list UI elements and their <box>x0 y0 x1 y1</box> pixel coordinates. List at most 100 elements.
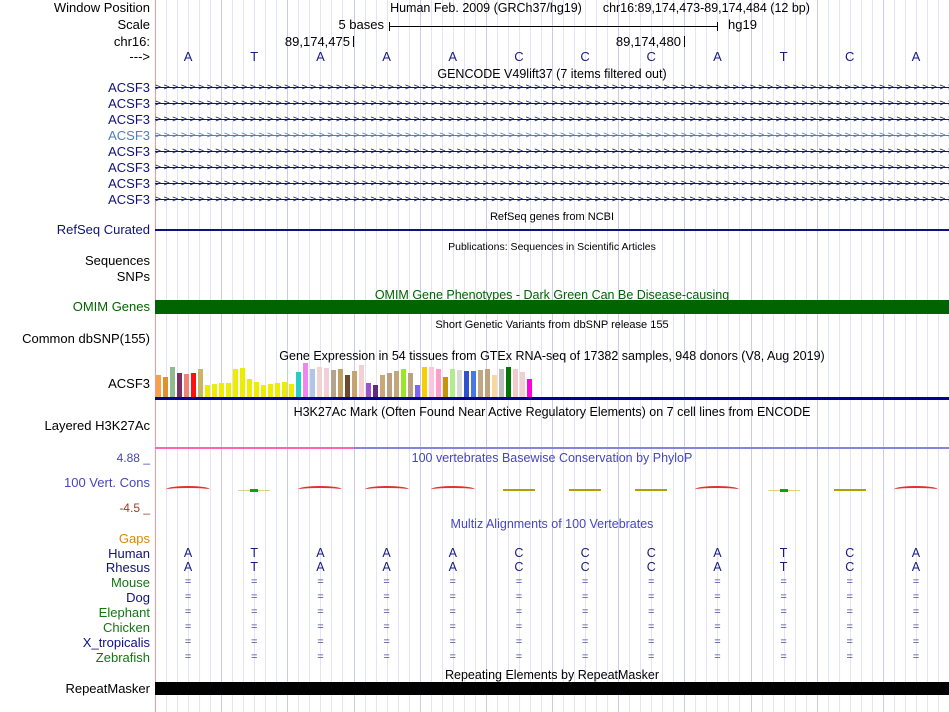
gencode-transcript[interactable]: >>>>>>>>>>>>>>>>>>>>>>>>>>>>>>>>>>>>>>>>… <box>155 178 949 190</box>
multiz-track-title[interactable]: Multiz Alignments of 100 Vertebrates <box>155 517 949 531</box>
gtex-tissue-bar[interactable] <box>170 367 175 397</box>
refseq-track-title[interactable]: RefSeq genes from NCBI <box>155 210 949 224</box>
gtex-tissue-bar[interactable] <box>492 375 497 397</box>
refseq-curated-label[interactable]: RefSeq Curated <box>0 223 150 237</box>
gtex-tissue-bar[interactable] <box>359 365 364 397</box>
gtex-tissue-bar[interactable] <box>394 371 399 397</box>
gtex-track-title[interactable]: Gene Expression in 54 tissues from GTEx … <box>155 349 949 363</box>
gtex-tissue-bar[interactable] <box>373 385 378 397</box>
gtex-gene-label[interactable]: ACSF3 <box>0 377 150 391</box>
gtex-tissue-bar[interactable] <box>226 383 231 397</box>
gtex-tissue-bar[interactable] <box>296 372 301 397</box>
multiz-species-label-human[interactable]: Human <box>0 547 150 561</box>
gtex-tissue-bar[interactable] <box>331 370 336 397</box>
gtex-tissue-bar[interactable] <box>212 384 217 397</box>
gtex-tissue-bar[interactable] <box>366 383 371 397</box>
phylop-track-title[interactable]: 100 vertebrates Basewise Conservation by… <box>155 451 949 465</box>
gtex-tissue-bar[interactable] <box>415 385 420 397</box>
gtex-tissue-bar[interactable] <box>429 367 434 397</box>
gtex-tissue-bar[interactable] <box>520 372 525 397</box>
gtex-tissue-bar[interactable] <box>457 370 462 397</box>
gencode-gene-label[interactable]: ACSF3 <box>0 97 150 111</box>
gtex-tissue-bar[interactable] <box>478 370 483 397</box>
gtex-tissue-bar[interactable] <box>324 368 329 397</box>
h3k27ac-label[interactable]: Layered H3K27Ac <box>0 419 150 433</box>
gtex-tissue-bar[interactable] <box>471 371 476 397</box>
gtex-tissue-bar[interactable] <box>338 369 343 397</box>
gtex-tissue-bar[interactable] <box>268 384 273 397</box>
multiz-species-label-zebrafish[interactable]: Zebrafish <box>0 651 150 665</box>
gtex-tissue-bar[interactable] <box>233 369 238 397</box>
multiz-species-label-rhesus[interactable]: Rhesus <box>0 561 150 575</box>
gencode-transcript[interactable]: >>>>>>>>>>>>>>>>>>>>>>>>>>>>>>>>>>>>>>>>… <box>155 130 949 142</box>
gencode-track-title[interactable]: GENCODE V49lift37 (7 items filtered out) <box>155 67 949 81</box>
gtex-tissue-bar[interactable] <box>352 371 357 397</box>
multiz-species-label-mouse[interactable]: Mouse <box>0 576 150 590</box>
gtex-tissue-bar[interactable] <box>205 385 210 397</box>
multiz-species-label-elephant[interactable]: Elephant <box>0 606 150 620</box>
gtex-tissue-bar[interactable] <box>289 384 294 397</box>
gtex-tissue-bar[interactable] <box>303 363 308 397</box>
gtex-gene-model-line[interactable] <box>155 397 949 400</box>
omim-genes-label[interactable]: OMIM Genes <box>0 300 150 314</box>
gencode-gene-label[interactable]: ACSF3 <box>0 161 150 175</box>
gencode-transcript[interactable]: >>>>>>>>>>>>>>>>>>>>>>>>>>>>>>>>>>>>>>>>… <box>155 82 949 94</box>
gtex-tissue-bar[interactable] <box>317 367 322 397</box>
gtex-tissue-bar[interactable] <box>401 369 406 397</box>
gencode-transcript[interactable]: >>>>>>>>>>>>>>>>>>>>>>>>>>>>>>>>>>>>>>>>… <box>155 98 949 110</box>
gtex-tissue-bar[interactable] <box>422 367 427 397</box>
dbsnp-track-title[interactable]: Short Genetic Variants from dbSNP releas… <box>155 318 949 332</box>
gtex-tissue-bar[interactable] <box>254 382 259 397</box>
omim-gene-bar[interactable] <box>155 300 949 314</box>
refseq-gene-line[interactable] <box>155 229 949 231</box>
h3k27ac-track-title[interactable]: H3K27Ac Mark (Often Found Near Active Re… <box>155 405 949 419</box>
gtex-tissue-bar[interactable] <box>184 374 189 397</box>
multiz-species-label-dog[interactable]: Dog <box>0 591 150 605</box>
gtex-tissue-bar[interactable] <box>443 377 448 397</box>
gtex-tissue-bar[interactable] <box>156 375 161 397</box>
phylop-track-label[interactable]: 100 Vert. Cons <box>0 476 150 490</box>
gtex-tissue-bar[interactable] <box>499 369 504 397</box>
gencode-gene-label[interactable]: ACSF3 <box>0 129 150 143</box>
gtex-tissue-bar[interactable] <box>219 383 224 397</box>
gtex-tissue-bar[interactable] <box>191 373 196 397</box>
dbsnp-label[interactable]: Common dbSNP(155) <box>0 332 150 346</box>
gencode-gene-label[interactable]: ACSF3 <box>0 113 150 127</box>
gtex-tissue-bar[interactable] <box>177 373 182 397</box>
gtex-tissue-bar[interactable] <box>345 375 350 397</box>
multiz-species-label-x_tropicalis[interactable]: X_tropicalis <box>0 636 150 650</box>
gencode-transcript[interactable]: >>>>>>>>>>>>>>>>>>>>>>>>>>>>>>>>>>>>>>>>… <box>155 162 949 174</box>
gtex-tissue-bar[interactable] <box>380 375 385 397</box>
gtex-tissue-bar[interactable] <box>527 379 532 397</box>
gtex-tissue-bar[interactable] <box>506 367 511 397</box>
gtex-tissue-bar[interactable] <box>261 385 266 397</box>
gtex-tissue-bar[interactable] <box>163 377 168 397</box>
gencode-transcript[interactable]: >>>>>>>>>>>>>>>>>>>>>>>>>>>>>>>>>>>>>>>>… <box>155 146 949 158</box>
gtex-tissue-bar[interactable] <box>387 373 392 397</box>
gtex-tissue-bar[interactable] <box>247 379 252 397</box>
gtex-tissue-bar[interactable] <box>282 382 287 397</box>
gencode-transcript[interactable]: >>>>>>>>>>>>>>>>>>>>>>>>>>>>>>>>>>>>>>>>… <box>155 194 949 206</box>
gtex-tissue-bar[interactable] <box>275 383 280 397</box>
repeatmasker-bar[interactable] <box>155 682 949 695</box>
sequences-label[interactable]: Sequences <box>0 254 150 268</box>
gencode-transcript[interactable]: >>>>>>>>>>>>>>>>>>>>>>>>>>>>>>>>>>>>>>>>… <box>155 114 949 126</box>
gtex-tissue-bar[interactable] <box>436 369 441 397</box>
gtex-tissue-bar[interactable] <box>310 369 315 397</box>
gencode-gene-label[interactable]: ACSF3 <box>0 81 150 95</box>
gtex-tissue-bar[interactable] <box>198 369 203 397</box>
publications-track-title[interactable]: Publications: Sequences in Scientific Ar… <box>155 240 949 254</box>
multiz-species-label-chicken[interactable]: Chicken <box>0 621 150 635</box>
gtex-tissue-bar[interactable] <box>485 369 490 397</box>
gtex-tissue-bar[interactable] <box>450 369 455 397</box>
gtex-tissue-bar[interactable] <box>408 373 413 397</box>
gtex-tissue-bar[interactable] <box>240 368 245 397</box>
gencode-gene-label[interactable]: ACSF3 <box>0 193 150 207</box>
gencode-gene-label[interactable]: ACSF3 <box>0 145 150 159</box>
gencode-gene-label[interactable]: ACSF3 <box>0 177 150 191</box>
gtex-tissue-bar[interactable] <box>513 369 518 397</box>
multiz-species-label-gaps[interactable]: Gaps <box>0 532 150 546</box>
repeatmasker-track-title[interactable]: Repeating Elements by RepeatMasker <box>155 668 949 682</box>
snps-label[interactable]: SNPs <box>0 270 150 284</box>
repeatmasker-label[interactable]: RepeatMasker <box>0 682 150 696</box>
